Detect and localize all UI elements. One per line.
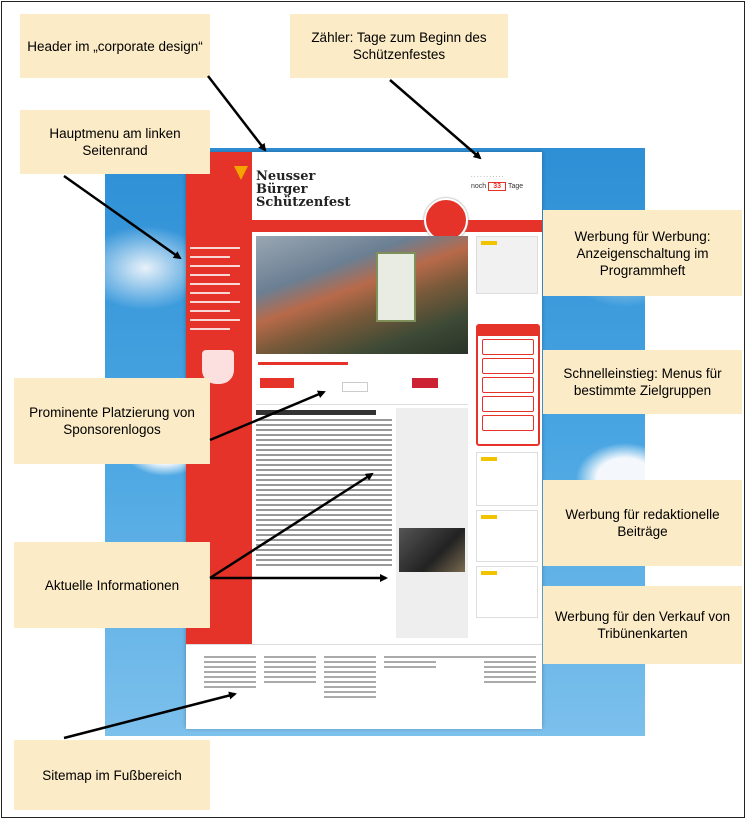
arrow-counter xyxy=(389,79,482,160)
annotation-arrows xyxy=(63,75,482,740)
arrow-current-info-1 xyxy=(209,472,374,580)
arrow-main-menu xyxy=(63,174,182,260)
arrow-sitemap xyxy=(63,691,237,740)
arrow-header xyxy=(207,75,267,152)
arrow-sponsors xyxy=(209,390,326,442)
